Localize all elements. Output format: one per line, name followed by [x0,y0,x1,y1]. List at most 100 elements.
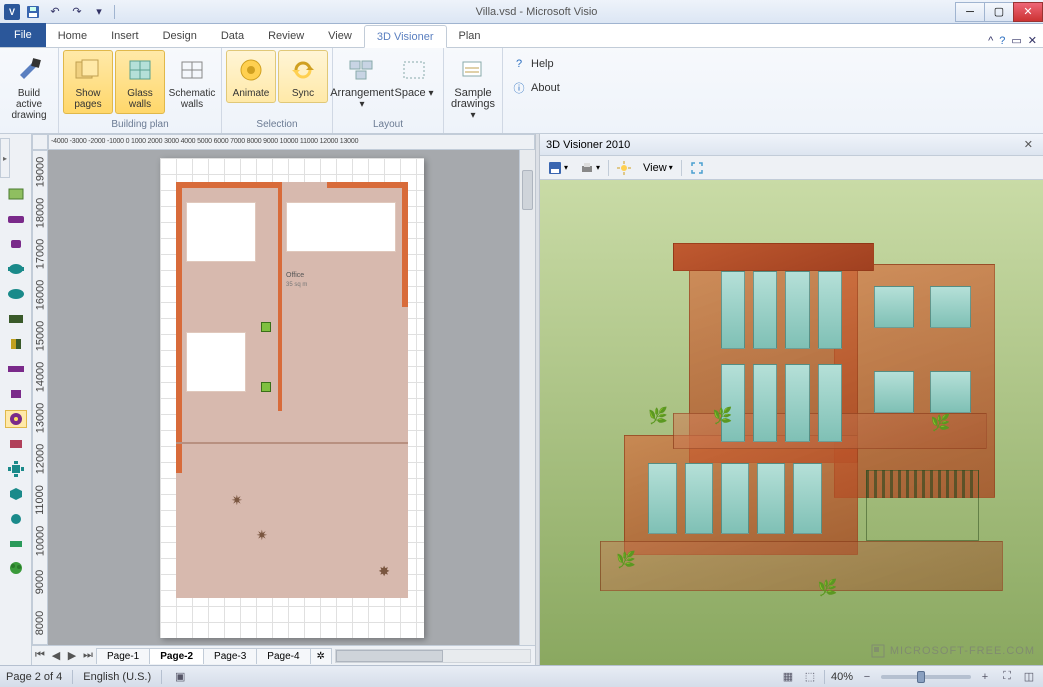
3d-view-button[interactable]: View ▾ [639,160,677,176]
3d-visioner-pane: 3D Visioner 2010 ✕ ▾ ▾ View ▾ [540,134,1043,665]
show-pages-button[interactable]: Show pages [63,50,113,114]
stencil-table-round-icon[interactable] [5,260,27,278]
animate-icon [235,54,267,86]
3d-toolbar: ▾ ▾ View ▾ [540,156,1043,180]
tab-design[interactable]: Design [151,24,209,47]
stencil-box-icon[interactable] [5,385,27,403]
ruler-corner [32,134,48,150]
page-width-icon[interactable]: ⬚ [802,669,818,685]
stencil-bed-icon[interactable] [5,435,27,453]
pane-close-button[interactable]: ✕ [1020,138,1037,151]
hammer-icon [13,54,45,86]
zoom-in-button[interactable]: + [977,669,993,685]
help-icon: ? [511,56,527,72]
help-icon[interactable]: ? [999,35,1005,47]
3d-fullscreen-button[interactable] [686,159,708,177]
mdi-close-icon[interactable]: ✕ [1028,34,1037,47]
animate-button[interactable]: Animate [226,50,276,103]
qat-undo-icon[interactable]: ↶ [46,3,64,21]
zoom-level[interactable]: 40% [831,671,853,683]
stencil-rect-icon[interactable] [5,535,27,553]
page-tab-2[interactable]: Page-2 [149,648,204,664]
minimize-button[interactable]: ─ [955,2,985,22]
page-next-button[interactable]: ▶ [64,649,80,662]
close-button[interactable]: ✕ [1013,2,1043,22]
page-add-button[interactable]: ✲ [310,648,332,664]
zoom-slider[interactable] [881,675,971,679]
marker-icon[interactable] [261,382,271,392]
plant-3d-icon: 🌿 [648,406,668,426]
tab-view[interactable]: View [316,24,364,47]
watermark: MICROSOFT-FREE.COM [870,643,1035,659]
help-button[interactable]: ?Help [507,54,558,74]
3d-render-viewport[interactable]: 🌿 🌿 🌿 🌿 🌿 MICROSOFT-FREE.COM [540,180,1043,665]
plant-3d-icon: 🌿 [818,578,838,598]
floor-plan[interactable]: Office 35 sq m ✷ ✷ ✸ [176,182,408,598]
page-tab-1[interactable]: Page-1 [96,648,150,664]
3d-save-button[interactable]: ▾ [544,159,572,177]
page-prev-button[interactable]: ◀ [48,649,64,662]
plant-3d-icon: 🌿 [930,413,950,433]
about-button[interactable]: ⓘAbout [507,78,564,98]
plant-shape[interactable]: ✸ [378,563,390,580]
page-tab-3[interactable]: Page-3 [203,648,257,664]
vertical-ruler[interactable]: 190001800017000 160001500014000 13000120… [32,150,48,645]
stencil-stool-icon[interactable] [5,510,27,528]
horizontal-scrollbar[interactable] [335,649,531,663]
presentation-view-icon[interactable]: ▦ [780,669,796,685]
stencil-shelf-icon[interactable] [5,360,27,378]
tab-data[interactable]: Data [209,24,256,47]
plant-shape[interactable]: ✷ [231,492,243,509]
stencil-cabinet-icon[interactable] [5,335,27,353]
schematic-walls-button[interactable]: Schematic walls [167,50,217,114]
zoom-out-button[interactable]: − [859,669,875,685]
shapes-expand-handle[interactable]: ▸ [0,138,10,178]
3d-print-button[interactable]: ▾ [576,159,604,177]
vertical-scrollbar[interactable] [519,150,535,645]
ribbon-minimize-icon[interactable]: ^ [988,35,993,47]
sync-button[interactable]: Sync [278,50,328,103]
page-first-button[interactable]: ⏮ [32,649,48,662]
stencil-table-oval-icon[interactable] [5,285,27,303]
arrangement-button[interactable]: Arrangement ▾ [337,50,387,114]
window-restore-icon[interactable]: ▭ [1011,34,1021,47]
stencil-desk-icon[interactable] [5,310,27,328]
space-button[interactable]: Space ▾ [389,50,439,103]
page-last-button[interactable]: ⏭ [80,649,96,662]
qat-save-icon[interactable] [24,3,42,21]
marker-icon[interactable] [261,322,271,332]
tab-home[interactable]: Home [46,24,99,47]
stencil-tool-icon[interactable] [5,185,27,203]
tab-review[interactable]: Review [256,24,316,47]
fit-window-icon[interactable]: ⛶ [999,669,1015,685]
horizontal-ruler[interactable]: -4000 -3000 -2000 -1000 0 1000 2000 3000… [48,134,535,150]
group-layout-label: Layout [337,118,439,131]
3d-light-button[interactable] [613,159,635,177]
switch-windows-icon[interactable]: ◫ [1021,669,1037,685]
tab-plan[interactable]: Plan [447,24,493,47]
drawing-page[interactable]: Office 35 sq m ✷ ✷ ✸ [160,158,424,638]
plant-shape[interactable]: ✷ [256,527,268,544]
maximize-button[interactable]: ▢ [984,2,1014,22]
stencil-chair-icon[interactable] [5,235,27,253]
status-language[interactable]: English (U.S.) [83,671,151,683]
stencil-table-hex-icon[interactable] [5,485,27,503]
qat-redo-icon[interactable]: ↷ [68,3,86,21]
stencil-plant-icon[interactable] [5,410,27,428]
drawing-canvas[interactable]: Office 35 sq m ✷ ✷ ✸ [48,150,519,645]
room-area: 35 sq m [286,282,307,288]
stencil-table-square-icon[interactable] [5,460,27,478]
tab-3d-visioner[interactable]: 3D Visioner [364,25,447,48]
macro-record-icon[interactable]: ▣ [172,669,188,685]
qat-customize-icon[interactable]: ▾ [90,3,108,21]
file-tab[interactable]: File [0,23,46,47]
arrangement-icon [346,54,378,86]
sample-icon [457,54,489,86]
tab-insert[interactable]: Insert [99,24,151,47]
page-tab-4[interactable]: Page-4 [256,648,310,664]
glass-walls-button[interactable]: Glass walls [115,50,165,114]
sample-drawings-button[interactable]: Sample drawings ▾ [448,50,498,125]
stencil-tree-icon[interactable] [5,560,27,578]
build-active-drawing-button[interactable]: Build active drawing [4,50,54,125]
stencil-sofa-icon[interactable] [5,210,27,228]
